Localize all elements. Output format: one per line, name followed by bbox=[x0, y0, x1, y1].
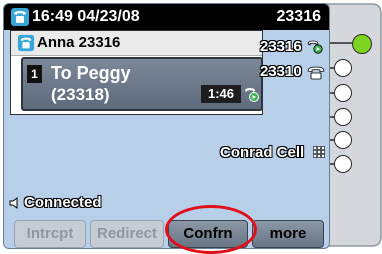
datetime: 16:49 04/23/08 bbox=[32, 8, 140, 25]
call-number: (23318) bbox=[51, 85, 110, 104]
line-key-2[interactable] bbox=[334, 59, 352, 77]
line-label-2: 23310 bbox=[260, 63, 302, 80]
phone-icon bbox=[11, 8, 29, 26]
caller-row: Anna 23316 bbox=[11, 31, 262, 56]
speed-dial-icon bbox=[313, 146, 325, 158]
primary-extension: 23316 bbox=[276, 8, 322, 25]
call-active-icon bbox=[245, 88, 259, 102]
speaker-icon bbox=[9, 197, 18, 209]
call-index: 1 bbox=[27, 65, 42, 83]
line-label-5: Conrad Cell bbox=[220, 144, 305, 161]
line-key-5[interactable] bbox=[334, 131, 352, 149]
call-party: To Peggy bbox=[51, 63, 131, 83]
softkey-more[interactable]: more bbox=[252, 220, 324, 248]
phone-icon bbox=[17, 34, 35, 52]
softkey-intercept[interactable]: Intrcpt bbox=[14, 220, 86, 248]
highlight-circle bbox=[165, 205, 257, 254]
line-key-1[interactable] bbox=[352, 34, 372, 54]
status-text: Connected bbox=[24, 194, 102, 211]
call-duration: 1:46 bbox=[201, 85, 241, 103]
active-call[interactable]: 1 To Peggy (23318) 1:46 bbox=[21, 57, 263, 111]
line-label-1: 23316 bbox=[260, 38, 302, 55]
line-key-4[interactable] bbox=[334, 108, 352, 126]
line-key-6[interactable] bbox=[334, 155, 352, 173]
call-window: Anna 23316 1 To Peggy (23318) 1:46 bbox=[10, 30, 263, 115]
phone-icon bbox=[307, 66, 325, 80]
line-key-3[interactable] bbox=[334, 84, 352, 102]
call-active-icon bbox=[307, 40, 323, 54]
caller-name: Anna 23316 bbox=[37, 34, 121, 51]
phone-screen: 16:49 04/23/08 23316 Anna 23316 1 To Peg… bbox=[3, 3, 330, 249]
softkey-redirect[interactable]: Redirect bbox=[90, 220, 164, 248]
status-bar: 16:49 04/23/08 23316 bbox=[4, 4, 329, 30]
